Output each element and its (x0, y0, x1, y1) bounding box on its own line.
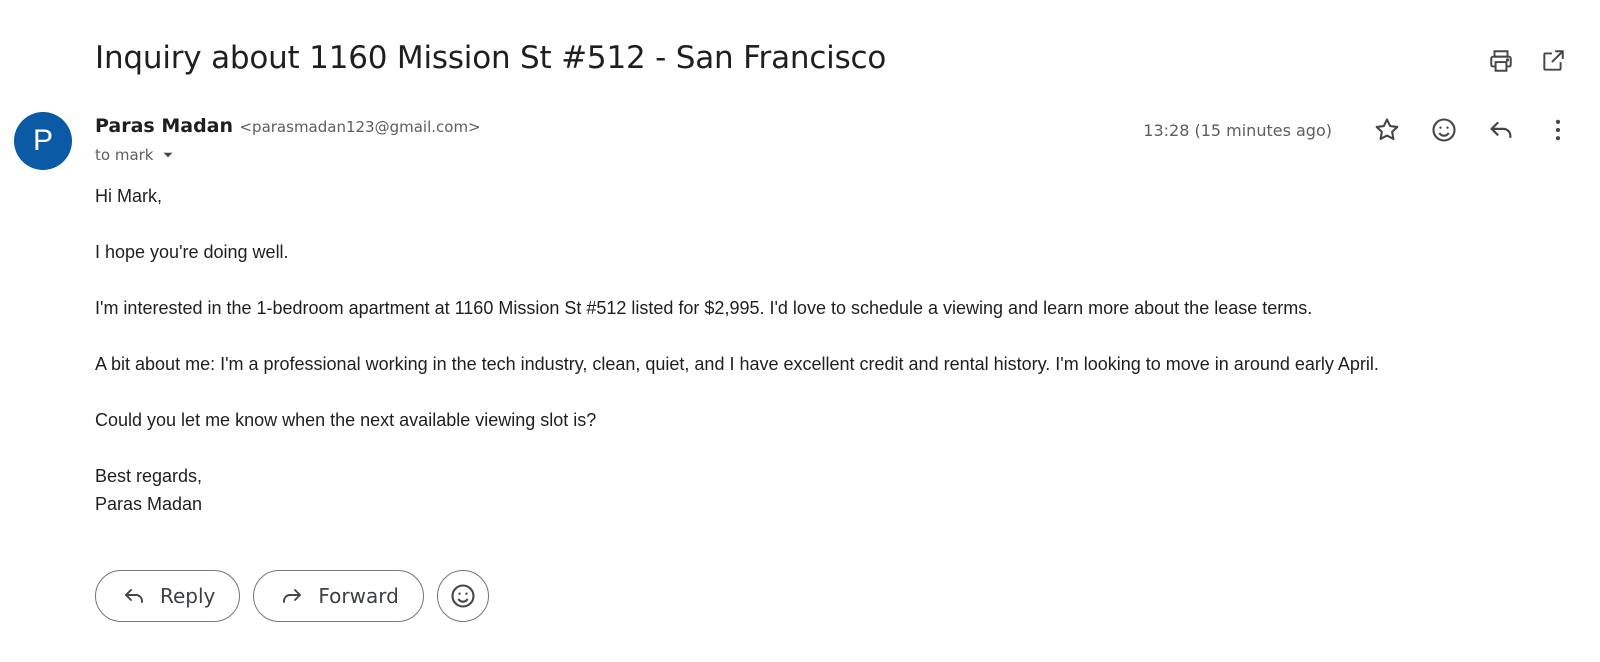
reply-pill-button[interactable]: Reply (95, 570, 241, 622)
top-actions (1486, 46, 1568, 76)
star-icon (1375, 118, 1399, 141)
message-actions: Reply Forward (95, 570, 489, 622)
open-in-new-window-button[interactable] (1538, 46, 1568, 76)
more-vertical-icon (1555, 119, 1561, 141)
reply-label: Reply (160, 584, 216, 608)
reply-icon (125, 589, 143, 603)
open-in-new-window-icon (1543, 50, 1564, 71)
sender-email: <parasmadan123@gmail.com> (239, 118, 481, 136)
print-button[interactable] (1486, 46, 1516, 76)
body-signoff: Best regards, (95, 466, 203, 486)
forward-label: Forward (318, 584, 399, 608)
sender-line: Paras Madan <parasmadan123@gmail.com> (95, 115, 481, 137)
timestamp: 13:28 (15 minutes ago) (1143, 120, 1332, 140)
emoji-icon (451, 584, 475, 608)
emoji-icon (1432, 118, 1456, 142)
star-button[interactable] (1367, 110, 1407, 150)
forward-pill-button[interactable]: Forward (253, 570, 424, 622)
reply-button[interactable] (1481, 110, 1521, 150)
body-signature: Paras Madan (95, 494, 203, 514)
reaction-pill-button[interactable] (436, 570, 489, 622)
print-icon (1490, 50, 1512, 72)
recipient-details-toggle[interactable]: to mark (95, 146, 177, 164)
body-paragraph-2: I'm interested in the 1-bedroom apartmen… (95, 298, 1313, 318)
email-subject: Inquiry about 1160 Mission St #512 - San… (95, 40, 887, 76)
recipient-label: to mark (95, 146, 154, 164)
body-paragraph-1: I hope you're doing well. (95, 242, 289, 262)
chevron-down-icon (163, 152, 173, 158)
body-paragraph-4: Could you let me know when the next avai… (95, 410, 597, 430)
sender-name[interactable]: Paras Madan (95, 115, 233, 137)
body-greeting: Hi Mark, (95, 186, 162, 206)
reply-icon (1490, 121, 1512, 139)
more-options-button[interactable] (1538, 110, 1578, 150)
email-body: Hi Mark, I hope you're doing well. I'm i… (95, 182, 1575, 518)
body-paragraph-3: A bit about me: I'm a professional worki… (95, 354, 1379, 374)
forward-icon (283, 589, 302, 603)
message-meta: 13:28 (15 minutes ago) (1143, 110, 1578, 150)
avatar[interactable]: P (14, 112, 72, 170)
avatar-initial: P (32, 124, 53, 157)
add-reaction-button[interactable] (1424, 110, 1464, 150)
